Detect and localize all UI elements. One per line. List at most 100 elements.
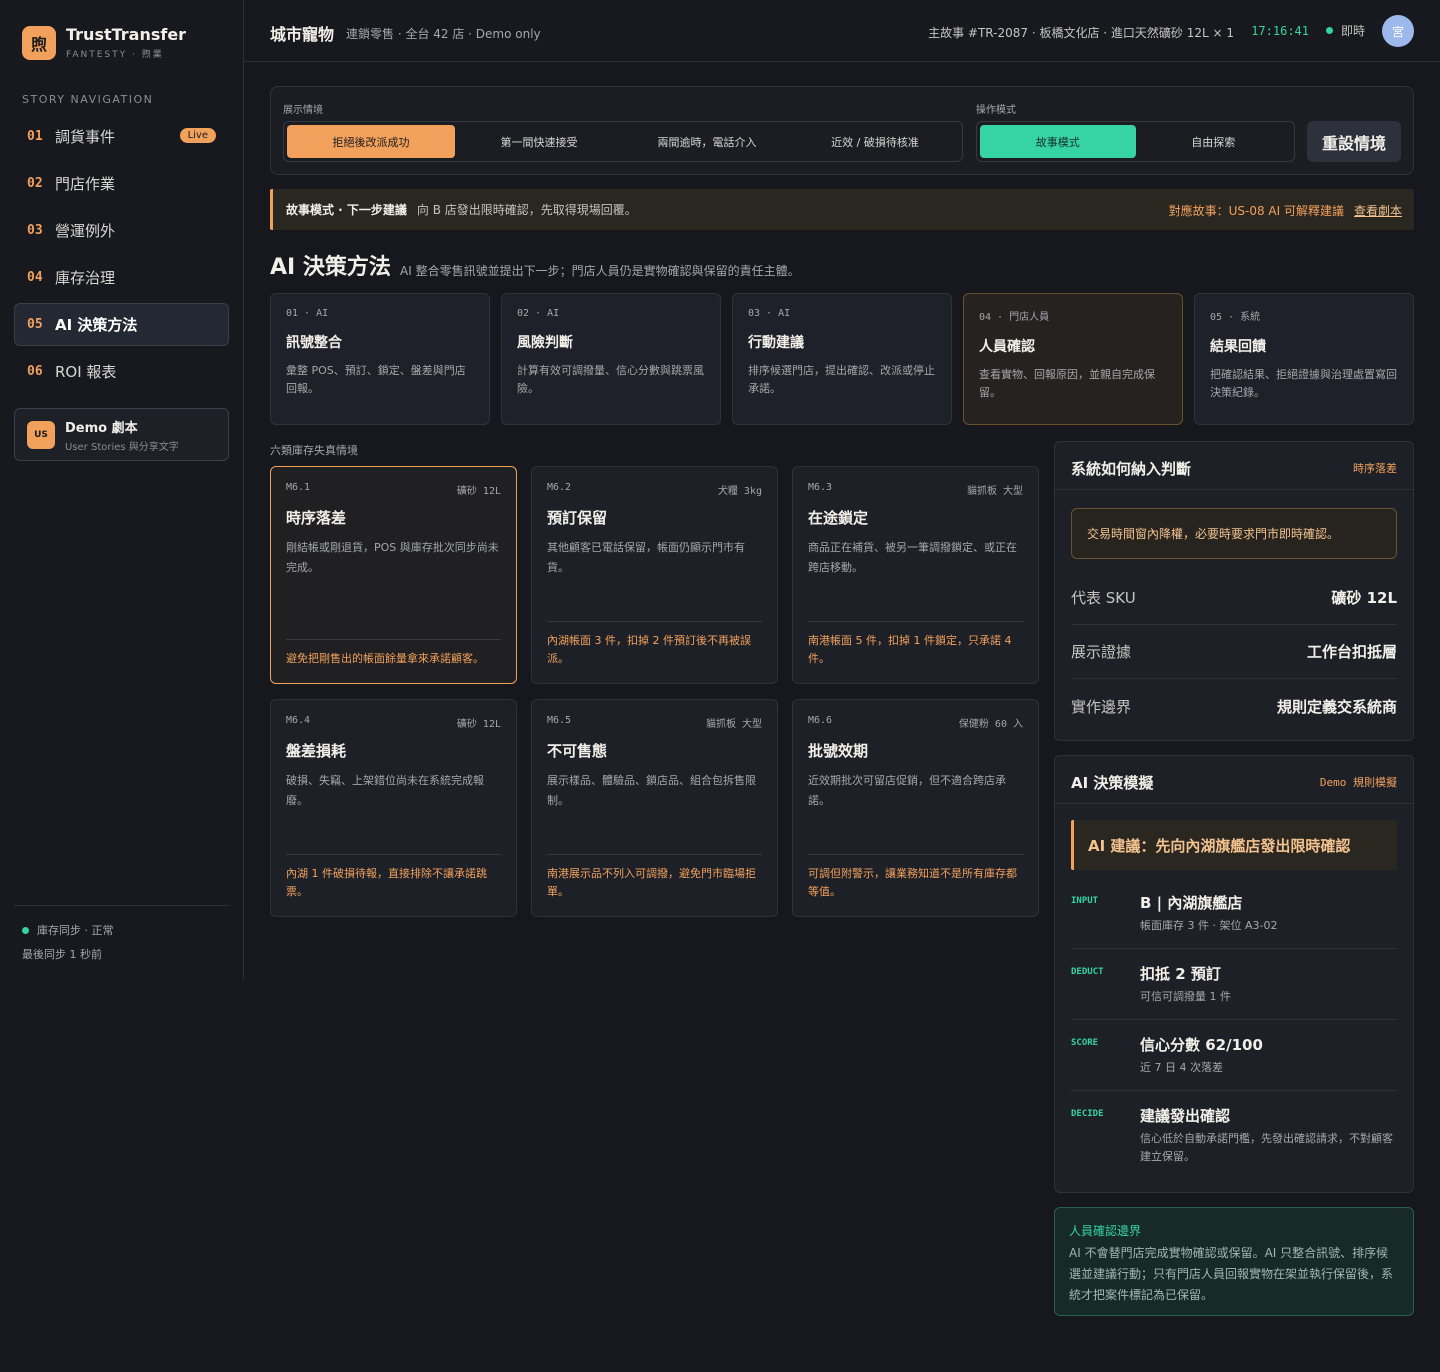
flow-title: 扣抵 2 預訂: [1140, 965, 1221, 983]
demo-title: Demo 劇本: [65, 420, 138, 436]
flow-title: B | 內湖旗艦店: [1140, 894, 1243, 912]
scenario-option-4[interactable]: 近效 / 破損待核准: [791, 125, 959, 158]
judgment-notice: 交易時間窗內降權，必要時要求門市即時確認。: [1071, 508, 1397, 559]
step-title: 風險判斷: [517, 335, 573, 351]
kv-key: 展示證據: [1071, 643, 1132, 661]
panel-tag: 時序落差: [1353, 462, 1397, 475]
kv-row: 代表 SKU 礦砂 12L: [1071, 571, 1397, 625]
scenario-foot: 南港展示品不列入可調撥，避免門市臨場拒單。: [547, 854, 762, 901]
step-title: 行動建議: [748, 335, 804, 351]
ai-advice: AI 建議：先向內湖旗艦店發出限時確認: [1071, 820, 1397, 870]
scenario-selector: 拒絕後改派成功 第一間快速接受 兩間逾時，電話介入 近效 / 破損待核准: [283, 121, 963, 162]
brand-sub: FANTESTY · 煦業: [66, 50, 164, 60]
scenario-sku: 保健粉 60 入: [958, 719, 1023, 730]
scenario-option-2[interactable]: 第一間快速接受: [455, 125, 623, 158]
scenario-card[interactable]: M6.3 貓抓板 大型 在途鎖定 商品正在補貨、被另一筆調撥鎖定、或正在跨店移動…: [792, 466, 1039, 684]
step-desc: 計算有效可調撥量、信心分數與跳票風險。: [517, 364, 704, 395]
mode-explore[interactable]: 自由探索: [1136, 125, 1292, 158]
nav-item-06[interactable]: 06 ROI 報表: [14, 350, 229, 393]
scenario-card[interactable]: M6.2 犬糧 3kg 預訂保留 其他顧客已電話保留，帳面仍顯示門市有貨。 內湖…: [531, 466, 778, 684]
panel-title: 系統如何納入判斷: [1071, 460, 1192, 478]
nav-label: 門店作業: [55, 175, 116, 193]
sidebar: 煦 TrustTransfer FANTESTY · 煦業 STORY NAVI…: [0, 0, 244, 980]
judgment-panel: 系統如何納入判斷 時序落差 交易時間窗內降權，必要時要求門市即時確認。 代表 S…: [1054, 441, 1414, 741]
scenario-label: 展示情境: [283, 105, 323, 116]
nav-label: AI 決策方法: [55, 316, 138, 334]
boundary-text: AI 不會替門店完成實物確認或保留。AI 只整合訊號、排序候選並建議行動；只有門…: [1069, 1246, 1394, 1302]
step-tag: 01 · AI: [286, 308, 329, 319]
ai-simulation-panel: AI 決策模擬 Demo 規則模擬 AI 建議：先向內湖旗艦店發出限時確認 IN…: [1054, 755, 1414, 1193]
scenario-foot: 南港帳面 5 件，扣掉 1 件鎖定，只承諾 4 件。: [808, 621, 1023, 668]
nav-num: 03: [27, 223, 43, 238]
sync-status: 庫存同步 · 正常 最後同步 1 秒前: [14, 905, 229, 962]
scenario-desc: 剛結帳或剛退貨，POS 與庫存批次同步尚未完成。: [286, 541, 499, 574]
control-panel: 展示情境 拒絕後改派成功 第一間快速接受 兩間逾時，電話介入 近效 / 破損待核…: [270, 86, 1414, 175]
nav-item-04[interactable]: 04 庫存治理: [14, 256, 229, 299]
flow-sub: 可信可調撥量 1 件: [1140, 990, 1231, 1003]
nav-item-01[interactable]: 01 調貨事件 Live: [14, 115, 229, 158]
flow-sub: 信心低於自動承諾門檻，先發出確認請求，不對顧客建立保留。: [1140, 1132, 1393, 1163]
demo-script-card[interactable]: US Demo 劇本 User Stories 與分享文字: [14, 408, 229, 461]
nav-item-02[interactable]: 02 門店作業: [14, 162, 229, 205]
brand[interactable]: 煦 TrustTransfer FANTESTY · 煦業: [22, 25, 186, 60]
demo-sub: User Stories 與分享文字: [65, 441, 179, 453]
next-step-banner: 故事模式 · 下一步建議 向 B 店發出限時確認，先取得現場回覆。 對應故事：U…: [270, 189, 1414, 230]
scenario-option-1[interactable]: 拒絕後改派成功: [287, 125, 455, 158]
flow-key: SCORE: [1071, 1038, 1099, 1048]
nav-label: 庫存治理: [55, 269, 116, 287]
flow-sub: 近 7 日 4 次落差: [1140, 1061, 1223, 1074]
kv-value: 規則定義交系統商: [1276, 697, 1397, 716]
kv-row: 展示證據 工作台扣抵層: [1071, 625, 1397, 679]
scenario-title: 批號效期: [808, 742, 869, 760]
flow-key: DECIDE: [1071, 1109, 1104, 1119]
section-title: AI 決策方法: [270, 255, 391, 280]
scenario-title: 時序落差: [286, 509, 347, 527]
step-title: 訊號整合: [286, 335, 342, 351]
step-card: 01 · AI 訊號整合 彙整 POS、預訂、鎖定、盤差與門店回報。: [270, 293, 490, 425]
flow-row: SCORE 信心分數 62/100 近 7 日 4 次落差: [1071, 1020, 1397, 1091]
scenario-card[interactable]: M6.1 礦砂 12L 時序落差 剛結帳或剛退貨，POS 與庫存批次同步尚未完成…: [270, 466, 517, 684]
step-card-human: 04 · 門店人員 人員確認 查看實物、回報原因，並親自完成保留。: [963, 293, 1183, 425]
kv-row: 實作邊界 規則定義交系統商: [1071, 679, 1397, 733]
scenario-card[interactable]: M6.5 貓抓板 大型 不可售態 展示樣品、體驗品、鎖店品、組合包拆售限制。 南…: [531, 699, 778, 917]
panel-title: AI 決策模擬: [1071, 774, 1154, 792]
scenario-foot: 避免把剛售出的帳面餘量拿來承諾顧客。: [286, 639, 501, 668]
kv-key: 實作邊界: [1071, 697, 1132, 716]
live-label: 即時: [1340, 24, 1365, 38]
avatar[interactable]: 宮: [1382, 15, 1414, 47]
nav-item-03[interactable]: 03 營運例外: [14, 209, 229, 252]
reset-button[interactable]: 重設情境: [1307, 121, 1401, 162]
step-desc: 彙整 POS、預訂、鎖定、盤差與門店回報。: [286, 364, 466, 395]
scenario-grid: M6.1 礦砂 12L 時序落差 剛結帳或剛退貨，POS 與庫存批次同步尚未完成…: [270, 466, 1040, 917]
nav-num: 04: [27, 270, 43, 285]
scenario-foot: 內湖 1 件破損待報，直接排除不讓承諾跳票。: [286, 854, 501, 901]
live-indicator: 即時: [1325, 22, 1365, 39]
step-desc: 查看實物、回報原因，並親自完成保留。: [979, 368, 1155, 399]
nav-num: 02: [27, 176, 43, 191]
scenario-sku: 礦砂 12L: [456, 486, 501, 497]
nav-label: 營運例外: [55, 222, 116, 240]
scenario-option-3[interactable]: 兩間逾時，電話介入: [623, 125, 791, 158]
scenario-sku: 犬糧 3kg: [717, 486, 762, 497]
sync-status-text: 庫存同步 · 正常: [37, 924, 114, 937]
scenario-foot: 可調但附警示，讓業務知道不是所有庫存都等值。: [808, 854, 1023, 901]
step-desc: 排序候選門店，提出確認、改派或停止承諾。: [748, 364, 935, 395]
story-nav: 01 調貨事件 Live 02 門店作業 03 營運例外 04 庫存治理 05 …: [14, 115, 229, 397]
scenario-card[interactable]: M6.4 礦砂 12L 盤差損耗 破損、失竊、上架錯位尚未在系統完成報廢。 內湖…: [270, 699, 517, 917]
scenario-desc: 展示樣品、體驗品、鎖店品、組合包拆售限制。: [547, 774, 756, 807]
nav-item-05[interactable]: 05 AI 決策方法: [14, 303, 229, 346]
page-subtitle: 連鎖零售 · 全台 42 店 · Demo only: [346, 27, 541, 41]
scenario-sku: 貓抓板 大型: [705, 719, 762, 730]
scenario-desc: 商品正在補貨、被另一筆調撥鎖定、或正在跨店移動。: [808, 541, 1017, 574]
mode-story[interactable]: 故事模式: [980, 125, 1136, 158]
scenario-card[interactable]: M6.6 保健粉 60 入 批號效期 近效期批次可留店促銷，但不適合跨店承諾。 …: [792, 699, 1039, 917]
section-subtitle: AI 整合零售訊號並提出下一步；門店人員仍是實物確認與保留的責任主體。: [400, 264, 800, 278]
live-badge: Live: [179, 128, 216, 143]
step-tag: 03 · AI: [748, 308, 791, 319]
scenario-desc: 近效期批次可留店促銷，但不適合跨店承諾。: [808, 774, 1006, 807]
nav-num: 05: [27, 317, 43, 332]
view-script-link[interactable]: 查看劇本: [1354, 202, 1402, 219]
step-desc: 把確認結果、拒絕證據與治理處置寫回決策紀錄。: [1210, 368, 1397, 399]
nav-num: 01: [27, 129, 43, 144]
banner-text: 向 B 店發出限時確認，先取得現場回覆。: [416, 203, 637, 217]
